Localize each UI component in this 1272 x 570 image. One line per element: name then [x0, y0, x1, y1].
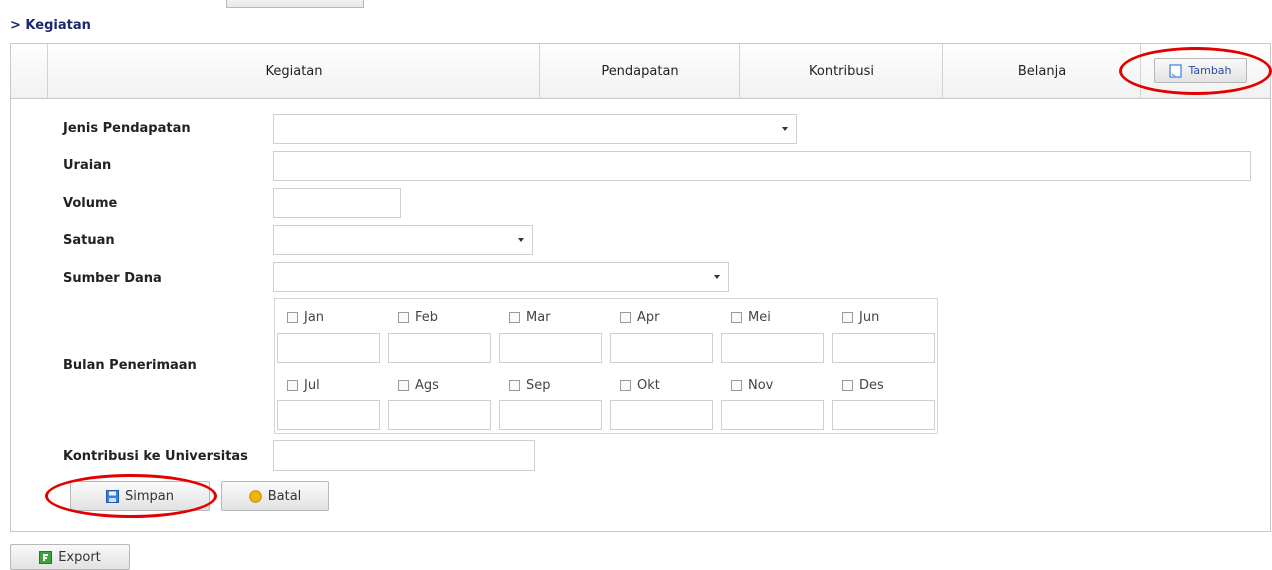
checkbox-icon[interactable] [842, 312, 853, 323]
month-jun-input[interactable] [832, 333, 935, 363]
checkbox-icon[interactable] [620, 380, 631, 391]
checkbox-icon[interactable] [731, 312, 742, 323]
month-nov-input[interactable] [721, 400, 824, 430]
volume-input[interactable] [273, 188, 401, 218]
month-apr-input[interactable] [610, 333, 713, 363]
sumber-dana-select[interactable] [273, 262, 729, 292]
label-satuan: Satuan [63, 233, 115, 248]
month-okt[interactable]: Okt [608, 370, 716, 401]
month-sep[interactable]: Sep [497, 370, 605, 401]
tab-kontribusi[interactable]: Kontribusi [739, 44, 943, 98]
tab-kegiatan[interactable]: Kegiatan [47, 44, 540, 98]
export-button[interactable]: Export [10, 544, 130, 570]
breadcrumb: > Kegiatan [10, 18, 91, 33]
checkbox-icon[interactable] [731, 380, 742, 391]
export-icon [39, 550, 53, 564]
month-ags-input[interactable] [388, 400, 491, 430]
chevron-down-icon [782, 127, 788, 131]
annotation-circle-simpan [45, 474, 217, 518]
label-bulan-penerimaan: Bulan Penerimaan [63, 358, 197, 373]
month-mar[interactable]: Mar [497, 302, 605, 333]
checkbox-icon[interactable] [398, 312, 409, 323]
annotation-circle-tambah [1119, 47, 1272, 95]
month-mei-input[interactable] [721, 333, 824, 363]
checkbox-icon[interactable] [842, 380, 853, 391]
label-volume: Volume [63, 196, 118, 211]
month-des[interactable]: Des [830, 370, 938, 401]
bulan-penerimaan-grid: Jan Feb Mar Apr Mei Jun Jul Ags Sep Okt … [274, 298, 938, 434]
top-toolbar-button[interactable] [226, 0, 364, 8]
tab-header: Kegiatan Pendapatan Kontribusi Belanja [10, 43, 1271, 99]
month-apr[interactable]: Apr [608, 302, 716, 333]
month-nov[interactable]: Nov [719, 370, 827, 401]
label-jenis-pendapatan: Jenis Pendapatan [63, 121, 191, 136]
month-mei[interactable]: Mei [719, 302, 827, 333]
label-uraian: Uraian [63, 158, 112, 173]
tab-pendapatan[interactable]: Pendapatan [539, 44, 740, 98]
checkbox-icon[interactable] [509, 380, 520, 391]
month-sep-input[interactable] [499, 400, 602, 430]
kontribusi-input[interactable] [273, 440, 535, 471]
satuan-select[interactable] [273, 225, 533, 255]
checkbox-icon[interactable] [287, 312, 298, 323]
jenis-pendapatan-select[interactable] [273, 114, 797, 144]
checkbox-icon[interactable] [398, 380, 409, 391]
month-jan-input[interactable] [277, 333, 380, 363]
batal-label: Batal [267, 488, 302, 504]
checkbox-icon[interactable] [287, 380, 298, 391]
tab-belanja[interactable]: Belanja [942, 44, 1141, 98]
month-jul-input[interactable] [277, 400, 380, 430]
uraian-input[interactable] [273, 151, 1251, 181]
month-ags[interactable]: Ags [386, 370, 494, 401]
export-label: Export [58, 549, 101, 565]
checkbox-icon[interactable] [509, 312, 520, 323]
month-okt-input[interactable] [610, 400, 713, 430]
label-kontribusi: Kontribusi ke Universitas [63, 449, 248, 464]
label-sumber-dana: Sumber Dana [63, 271, 162, 286]
month-mar-input[interactable] [499, 333, 602, 363]
month-jan[interactable]: Jan [275, 302, 383, 333]
chevron-down-icon [714, 275, 720, 279]
month-jun[interactable]: Jun [830, 302, 938, 333]
month-feb-input[interactable] [388, 333, 491, 363]
chevron-down-icon [518, 238, 524, 242]
batal-button[interactable]: Batal [221, 481, 329, 511]
checkbox-icon[interactable] [620, 312, 631, 323]
month-des-input[interactable] [832, 400, 935, 430]
cancel-icon [248, 489, 262, 503]
month-jul[interactable]: Jul [275, 370, 383, 401]
month-feb[interactable]: Feb [386, 302, 494, 333]
header-spacer [11, 44, 47, 98]
